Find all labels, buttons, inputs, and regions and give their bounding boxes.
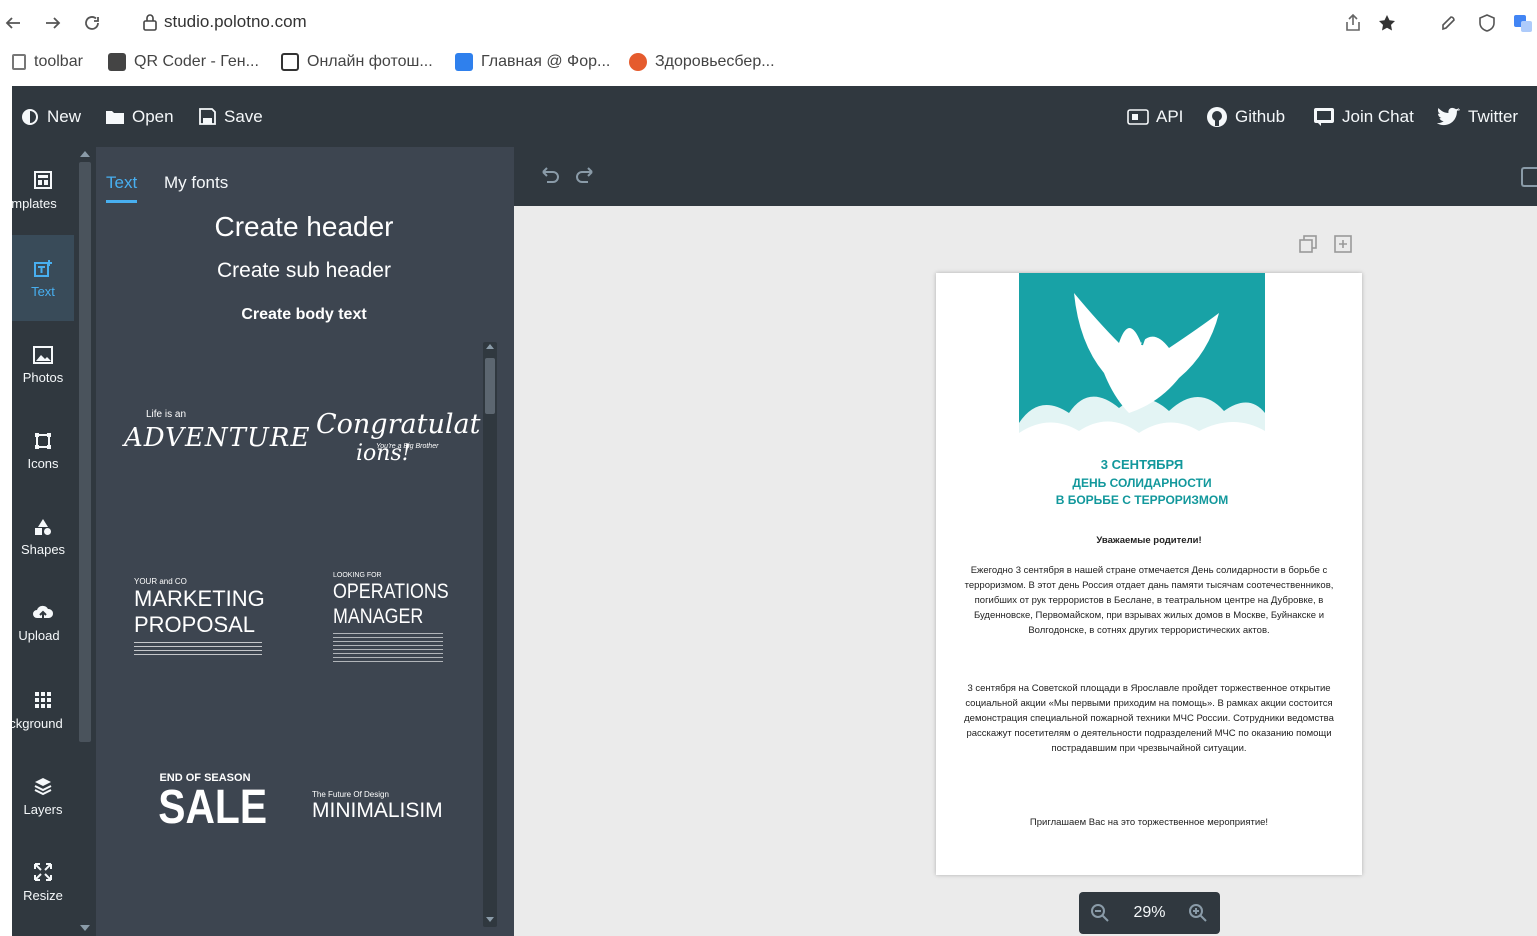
github-button[interactable]: Github	[1206, 86, 1285, 147]
text-template-marketing[interactable]: YOUR and CO MARKETING PROPOSAL	[134, 577, 274, 667]
forward-icon[interactable]	[40, 10, 66, 36]
save-button[interactable]: Save	[198, 86, 263, 147]
bookmark-item[interactable]: Здоровьесбер...	[629, 53, 775, 71]
panel-scrollbar[interactable]	[483, 342, 497, 927]
api-icon	[1127, 108, 1149, 125]
side-tabs-scrollbar[interactable]	[76, 147, 94, 936]
chat-icon	[1314, 107, 1334, 126]
open-button[interactable]: Open	[105, 86, 174, 147]
scroll-down-icon[interactable]	[80, 925, 90, 931]
lock-icon	[143, 14, 157, 31]
zoom-in-icon[interactable]	[1188, 903, 1208, 923]
more-options-icon[interactable]	[1521, 167, 1537, 187]
zoom-out-icon[interactable]	[1090, 903, 1110, 923]
text-template-operations[interactable]: LOOKING FOR OPERATIONS MANAGER	[333, 572, 453, 672]
back-icon[interactable]	[0, 10, 26, 36]
side-tab-templates[interactable]: mplates	[12, 147, 74, 233]
browser-toolbar: studio.polotno.com	[0, 0, 1537, 45]
scrollbar-thumb[interactable]	[79, 162, 91, 742]
duplicate-page-icon[interactable]	[1298, 234, 1318, 254]
doc-greeting: Уважаемые родители!	[1096, 535, 1202, 546]
bookmark-item[interactable]: QR Coder - Ген...	[108, 53, 259, 71]
new-icon	[22, 108, 38, 125]
text-template-congratulations[interactable]: Congratulat ions! You're a Big Brother	[316, 409, 480, 479]
new-button[interactable]: New	[20, 86, 81, 147]
photo-editor-icon	[281, 53, 299, 71]
side-tab-shapes[interactable]: Shapes	[12, 494, 74, 580]
banner-image: 3 СЕНТЯБРЯ ДЕНЬ СОЛИДАРНОСТИ В БОРЬБЕ С …	[1019, 273, 1265, 521]
background-icon	[35, 691, 51, 708]
extension-rocket-icon[interactable]	[1436, 10, 1462, 36]
text-template-minimalism[interactable]: The Future Of Design MINIMALISIM	[312, 790, 462, 830]
floppy-icon	[199, 108, 216, 125]
share-icon[interactable]	[1340, 10, 1366, 36]
side-tab-icons[interactable]: Icons	[12, 408, 74, 494]
upload-icon	[33, 605, 54, 620]
folder-icon	[106, 110, 124, 124]
side-tab-resize[interactable]: Resize	[12, 839, 74, 925]
bookmark-item[interactable]: toolbar	[12, 53, 83, 71]
text-panel: Text My fonts Create header Create sub h…	[96, 147, 514, 936]
app-topbar: New Open Save API Github Join Chat Twitt…	[12, 86, 1537, 147]
reload-icon[interactable]	[79, 10, 105, 36]
doc-paragraph-1: Ежегодно 3 сентября в нашей стране отмеч…	[964, 565, 1334, 636]
qr-icon	[108, 53, 126, 71]
text-template-sale[interactable]: END OF SEASON SALE	[150, 772, 267, 842]
canvas-page[interactable]: 3 СЕНТЯБРЯ ДЕНЬ СОЛИДАРНОСТИ В БОРЬБЕ С …	[936, 273, 1362, 875]
side-tab-upload[interactable]: Upload	[12, 580, 74, 666]
forum-icon	[455, 53, 473, 71]
workspace: 3 СЕНТЯБРЯ ДЕНЬ СОЛИДАРНОСТИ В БОРЬБЕ С …	[514, 147, 1537, 936]
twitter-button[interactable]: Twitter	[1437, 86, 1518, 147]
banner-title-line2: В БОРЬБЕ С ТЕРРОРИЗМОМ	[1055, 493, 1229, 507]
text-icon	[34, 259, 52, 277]
placeholder-lines	[333, 633, 443, 663]
address-bar[interactable]: studio.polotno.com	[142, 12, 307, 32]
scroll-up-icon[interactable]	[486, 344, 494, 349]
banner-date: 3 СЕНТЯБРЯ	[1100, 457, 1184, 472]
redo-icon[interactable]	[574, 167, 596, 185]
add-page-icon[interactable]	[1333, 234, 1353, 254]
side-tab-photos[interactable]: Photos	[12, 322, 74, 408]
url-text: studio.polotno.com	[164, 12, 307, 31]
resize-icon	[34, 862, 52, 881]
tab-text[interactable]: Text	[106, 173, 138, 203]
dove-icon	[1019, 293, 1265, 453]
github-icon	[1207, 106, 1227, 127]
translate-icon[interactable]	[1510, 10, 1536, 36]
create-body-text-button[interactable]: Create body text	[96, 306, 512, 324]
bookmark-item[interactable]: Главная @ Фор...	[455, 53, 610, 71]
api-button[interactable]: API	[1127, 86, 1183, 147]
bookmark-item[interactable]: Онлайн фотош...	[281, 53, 433, 71]
scroll-up-icon[interactable]	[80, 151, 90, 157]
doc-closing: Приглашаем Вас на это торжественное меро…	[1029, 817, 1269, 828]
tab-my-fonts[interactable]: My fonts	[164, 173, 228, 193]
twitter-icon	[1437, 107, 1460, 125]
shield-icon[interactable]	[1474, 10, 1500, 36]
text-template-adventure[interactable]: Life is an ADVENTURE	[124, 409, 309, 469]
zoom-level: 29%	[1133, 904, 1166, 921]
page-icon	[12, 54, 26, 70]
scroll-down-icon[interactable]	[486, 917, 494, 922]
photos-icon	[33, 345, 53, 364]
side-tab-background[interactable]: ckground	[12, 667, 74, 753]
side-tab-layers[interactable]: Layers	[12, 753, 74, 839]
create-header-button[interactable]: Create header	[96, 211, 512, 243]
undo-icon[interactable]	[539, 167, 561, 185]
placeholder-lines	[134, 642, 262, 656]
canvas-toolbar	[514, 147, 1537, 206]
icons-icon	[35, 432, 51, 449]
create-sub-header-button[interactable]: Create sub header	[96, 259, 512, 283]
side-tab-text[interactable]: Text	[12, 235, 74, 321]
scrollbar-thumb[interactable]	[485, 358, 495, 414]
join-chat-button[interactable]: Join Chat	[1313, 86, 1414, 147]
apple-icon	[629, 53, 647, 71]
templates-icon	[34, 170, 52, 189]
doc-paragraph-2: 3 сентября на Советской площади в Яросла…	[964, 683, 1334, 754]
shapes-icon	[35, 518, 51, 535]
banner-title-line1: ДЕНЬ СОЛИДАРНОСТИ	[1072, 476, 1212, 490]
layers-icon	[34, 777, 52, 795]
bookmark-star-icon[interactable]	[1374, 10, 1400, 36]
zoom-controls: 29%	[1079, 892, 1220, 934]
